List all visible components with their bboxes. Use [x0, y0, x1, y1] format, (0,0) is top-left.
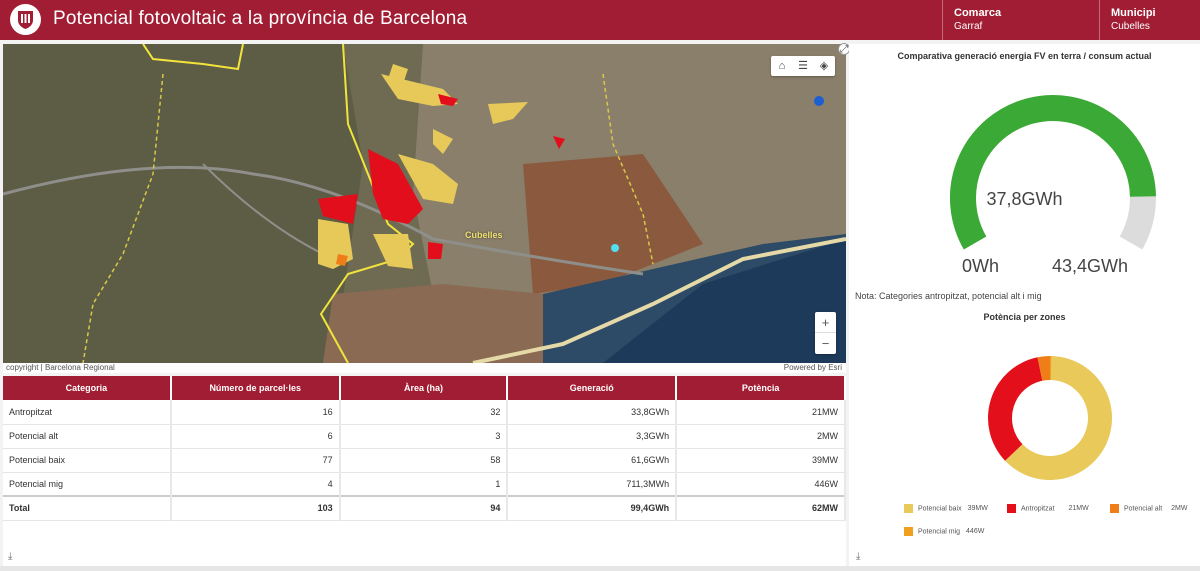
legend-item[interactable]: Potencial mig 446W: [904, 527, 984, 537]
column-header[interactable]: Número de parcel·les: [170, 376, 341, 400]
table-row[interactable]: Antropitzat 16 32 33,8GWh 21MW: [3, 400, 846, 425]
cell-generation: 33,8GWh: [507, 400, 678, 425]
legend-label: Potencial mig: [918, 528, 961, 536]
table-total-row: Total 103 94 99,4GWh 62MW: [3, 495, 846, 521]
gauge-title: Comparativa generació energia FV en terr…: [897, 51, 1152, 61]
zoom-control: + −: [815, 312, 836, 354]
gauge-fill: [950, 95, 1156, 250]
cell-power: 39MW: [676, 448, 846, 473]
header-divider: [942, 0, 943, 40]
cell-generation: 61,6GWh: [507, 448, 678, 473]
cell-category: Potencial alt: [3, 424, 172, 449]
cell-area: 3: [339, 424, 509, 449]
cell-power: 2MW: [676, 424, 846, 449]
table-header-row: Categoria Número de parcel·les Àrea (ha)…: [3, 376, 846, 400]
results-table-panel: Categoria Número de parcel·les Àrea (ha)…: [3, 376, 846, 566]
legend-swatch: [1110, 504, 1119, 513]
cell-category: Antropitzat: [3, 400, 172, 425]
cell-parcels: 6: [170, 424, 341, 449]
gauge-max: 43,4GWh: [1052, 256, 1129, 276]
legend-item[interactable]: Antropitzat 21MW: [1007, 504, 1089, 514]
legend-swatch: [1007, 504, 1016, 513]
cell-power: 21MW: [676, 400, 846, 425]
results-table: Categoria Número de parcel·les Àrea (ha)…: [3, 376, 846, 521]
donut-title: Potència per zones: [983, 312, 1066, 322]
shield-icon: [18, 11, 33, 29]
cell-total-generation: 99,4GWh: [507, 495, 678, 521]
legend-swatch: [904, 504, 913, 513]
cell-generation: 711,3MWh: [507, 472, 678, 497]
cell-power: 446W: [676, 472, 846, 497]
table-row[interactable]: Potencial alt 6 3 3,3GWh 2MW: [3, 424, 846, 449]
comarca-selector[interactable]: Comarca Garraf: [954, 6, 1001, 34]
legend-value: 21MW: [1068, 505, 1089, 513]
column-header[interactable]: Generació: [507, 376, 678, 400]
municipi-label: Municipi: [1111, 7, 1156, 19]
map-view[interactable]: Cubelles: [3, 44, 846, 363]
table-row[interactable]: Potencial mig 4 1 711,3MWh 446W: [3, 472, 846, 497]
attribution-esri[interactable]: Powered by Esri: [784, 363, 842, 373]
legend-value: 446W: [966, 528, 985, 536]
cell-category: Potencial mig: [3, 472, 172, 497]
gauge-value: 37,8GWh: [986, 189, 1063, 209]
cell-area: 58: [339, 448, 509, 473]
legend-swatch: [904, 527, 913, 536]
download-icon[interactable]: ⤓: [856, 551, 860, 562]
cell-total-parcels: 103: [170, 495, 341, 521]
map-imagery: [3, 44, 846, 363]
basemap-icon[interactable]: ◈: [817, 59, 831, 73]
column-header[interactable]: Categoria: [3, 376, 172, 400]
legend-label: Potencial baix: [918, 505, 962, 513]
header-divider: [1099, 0, 1100, 40]
download-icon[interactable]: ⤓: [8, 551, 12, 562]
map-attribution: copyright | Barcelona Regional Powered b…: [3, 363, 846, 373]
cell-total-area: 94: [339, 495, 509, 521]
donut-chart: [988, 356, 1112, 480]
comarca-label: Comarca: [954, 7, 1002, 19]
cell-category: Potencial baix: [3, 448, 172, 473]
home-icon[interactable]: ⌂: [775, 59, 789, 73]
zoom-out-button[interactable]: −: [815, 333, 836, 354]
map-toolbar: ⌂ ☰ ◈: [771, 56, 835, 76]
stats-panel: Comparativa generació energia FV en terr…: [849, 44, 1200, 566]
cell-area: 32: [339, 400, 509, 425]
gauge-min: 0Wh: [962, 256, 1000, 276]
municipi-value: Cubelles: [1111, 21, 1150, 32]
footer-bar: [0, 566, 1200, 571]
donut-slice-antropitzat[interactable]: [988, 357, 1043, 461]
cell-area: 1: [339, 472, 509, 497]
column-header[interactable]: Àrea (ha): [339, 376, 509, 400]
cell-generation: 3,3GWh: [507, 424, 678, 449]
attribution-copyright: copyright | Barcelona Regional: [6, 363, 115, 372]
column-header[interactable]: Potència: [676, 376, 846, 400]
legend-label: Antropitzat: [1021, 505, 1055, 513]
page-title: Potencial fotovoltaic a la província de …: [53, 8, 468, 29]
comarca-value: Garraf: [954, 21, 983, 32]
gauge-chart: [950, 95, 1156, 250]
logo: [10, 4, 41, 35]
app-header: Potencial fotovoltaic a la província de …: [0, 0, 1200, 40]
map-place-label: Cubelles: [465, 230, 503, 240]
municipi-selector[interactable]: Municipi Cubelles: [1111, 6, 1156, 34]
legend-label: Potencial alt: [1124, 505, 1163, 513]
legend-value: 2MW: [1171, 505, 1188, 513]
table-row[interactable]: Potencial baix 77 58 61,6GWh 39MW: [3, 448, 846, 473]
cell-total-power: 62MW: [676, 495, 846, 521]
cell-parcels: 16: [170, 400, 341, 425]
note-text: Nota: Categories antropitzat, potencial …: [855, 291, 1042, 301]
zoom-in-button[interactable]: +: [815, 312, 836, 333]
layer-list-icon[interactable]: ☰: [796, 59, 810, 73]
legend-item[interactable]: Potencial alt 2MW: [1110, 504, 1187, 514]
legend-item[interactable]: Potencial baix 39MW: [904, 504, 988, 514]
legend-value: 39MW: [967, 505, 988, 513]
cell-total-label: Total: [3, 495, 172, 521]
cell-parcels: 77: [170, 448, 341, 473]
cell-parcels: 4: [170, 472, 341, 497]
